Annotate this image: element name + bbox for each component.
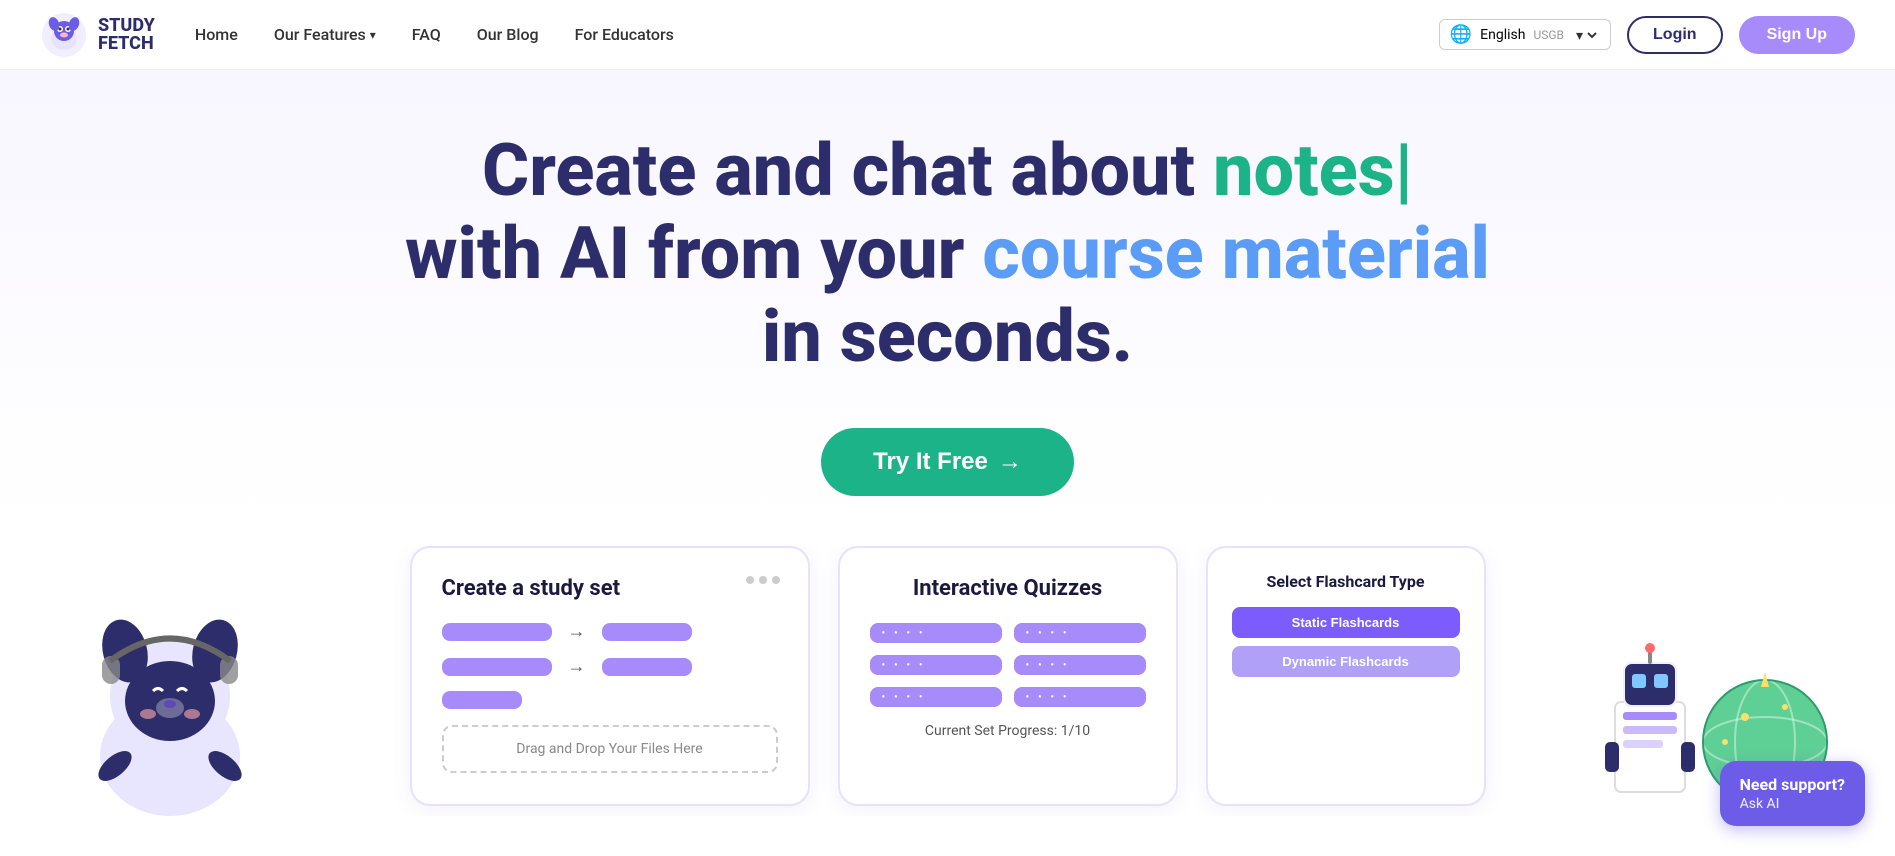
language-label: English bbox=[1480, 27, 1525, 43]
nav-features[interactable]: Our Features ▾ bbox=[274, 25, 376, 44]
logo-study: STUDY bbox=[98, 17, 155, 35]
book-robot bbox=[1595, 642, 1705, 806]
hero-section: Create and chat about notes| with AI fro… bbox=[0, 70, 1895, 816]
drag-drop-zone[interactable]: Drag and Drop Your Files Here bbox=[442, 725, 778, 773]
nav-blog[interactable]: Our Blog bbox=[477, 25, 539, 44]
dot-2 bbox=[759, 576, 767, 584]
support-widget[interactable]: Need support? Ask AI bbox=[1720, 761, 1865, 826]
bar-left-1 bbox=[442, 623, 552, 641]
hero-title-part2: with AI from your bbox=[405, 211, 982, 296]
quiz-rows: • • • • • • • • • • • • • • • • bbox=[870, 623, 1146, 707]
nav-home-link[interactable]: Home bbox=[195, 25, 238, 44]
navbar: STUDY FETCH Home Our Features ▾ FAQ Our … bbox=[0, 0, 1895, 70]
navbar-left: STUDY FETCH Home Our Features ▾ FAQ Our … bbox=[40, 11, 674, 59]
cards-row: Create a study set → → bbox=[410, 546, 1486, 816]
globe-icon: 🌐 bbox=[1450, 24, 1472, 45]
study-row-1: → bbox=[442, 621, 778, 642]
chevron-down-icon: ▾ bbox=[370, 28, 376, 42]
quiz-bar-5: • • • • bbox=[870, 687, 1002, 707]
hero-title-part3: in seconds. bbox=[762, 294, 1133, 379]
bar-right-1 bbox=[602, 623, 692, 641]
language-selector[interactable]: 🌐 English USGB ▾ bbox=[1439, 19, 1611, 50]
hero-title-course: course material bbox=[982, 211, 1490, 296]
nav-links: Home Our Features ▾ FAQ Our Blog For Edu… bbox=[195, 25, 674, 44]
signup-button[interactable]: Sign Up bbox=[1739, 16, 1855, 54]
card-dots bbox=[746, 576, 780, 584]
quiz-bar-3: • • • • bbox=[870, 655, 1002, 675]
bar-left-2 bbox=[442, 658, 552, 676]
quiz-row-3: • • • • • • • • bbox=[870, 687, 1146, 707]
language-code: USGB bbox=[1533, 28, 1564, 42]
card-quiz: Interactive Quizzes • • • • • • • • • • … bbox=[838, 546, 1178, 806]
mascot-dog-left bbox=[60, 596, 280, 816]
dynamic-flashcards-button[interactable]: Dynamic Flashcards bbox=[1232, 646, 1460, 677]
navbar-right: 🌐 English USGB ▾ Login Sign Up bbox=[1439, 16, 1855, 54]
try-free-button[interactable]: Try It Free → bbox=[821, 428, 1074, 496]
hero-title-part1: Create and chat about bbox=[482, 128, 1213, 213]
support-subtitle: Ask AI bbox=[1740, 796, 1845, 812]
study-row-3 bbox=[442, 691, 778, 709]
study-row-2: → bbox=[442, 656, 778, 677]
hero-cta: Try It Free → bbox=[821, 428, 1074, 496]
quiz-title: Interactive Quizzes bbox=[870, 576, 1146, 601]
quiz-bar-2: • • • • bbox=[1014, 623, 1146, 643]
nav-educators-link[interactable]: For Educators bbox=[575, 25, 674, 44]
quiz-bar-4: • • • • bbox=[1014, 655, 1146, 675]
bar-left-3 bbox=[442, 691, 522, 709]
hero-title: Create and chat about notes| with AI fro… bbox=[398, 130, 1498, 378]
arrow-icon: → bbox=[998, 448, 1022, 476]
study-rows: → → bbox=[442, 621, 778, 709]
nav-home[interactable]: Home bbox=[195, 25, 238, 44]
flashcard-header: Select Flashcard Type bbox=[1232, 572, 1460, 591]
card-flashcard: Select Flashcard Type Static Flashcards … bbox=[1206, 546, 1486, 806]
logo-text: STUDY FETCH bbox=[98, 17, 155, 53]
quiz-progress: Current Set Progress: 1/10 bbox=[870, 723, 1146, 739]
static-flashcards-button[interactable]: Static Flashcards bbox=[1232, 607, 1460, 638]
bar-right-2 bbox=[602, 658, 692, 676]
login-button[interactable]: Login bbox=[1627, 16, 1723, 54]
nav-blog-link[interactable]: Our Blog bbox=[477, 25, 539, 44]
quiz-row-1: • • • • • • • • bbox=[870, 623, 1146, 643]
dot-3 bbox=[772, 576, 780, 584]
hero-title-notes: notes| bbox=[1213, 128, 1413, 213]
quiz-bar-1: • • • • bbox=[870, 623, 1002, 643]
try-free-label: Try It Free bbox=[873, 448, 988, 476]
logo[interactable]: STUDY FETCH bbox=[40, 11, 155, 59]
cards-section: Create a study set → → bbox=[0, 546, 1895, 816]
support-title: Need support? bbox=[1740, 775, 1845, 794]
language-select-dropdown[interactable]: ▾ bbox=[1572, 26, 1600, 44]
arrow-icon-1: → bbox=[568, 621, 586, 642]
nav-educators[interactable]: For Educators bbox=[575, 25, 674, 44]
quiz-row-2: • • • • • • • • bbox=[870, 655, 1146, 675]
quiz-bar-6: • • • • bbox=[1014, 687, 1146, 707]
logo-icon bbox=[40, 11, 88, 59]
nav-features-link[interactable]: Our Features ▾ bbox=[274, 25, 376, 44]
dot-1 bbox=[746, 576, 754, 584]
nav-faq[interactable]: FAQ bbox=[412, 25, 441, 44]
logo-fetch: FETCH bbox=[98, 35, 155, 53]
study-set-title: Create a study set bbox=[442, 576, 778, 601]
arrow-icon-2: → bbox=[568, 656, 586, 677]
nav-faq-link[interactable]: FAQ bbox=[412, 25, 441, 44]
card-study-set: Create a study set → → bbox=[410, 546, 810, 806]
